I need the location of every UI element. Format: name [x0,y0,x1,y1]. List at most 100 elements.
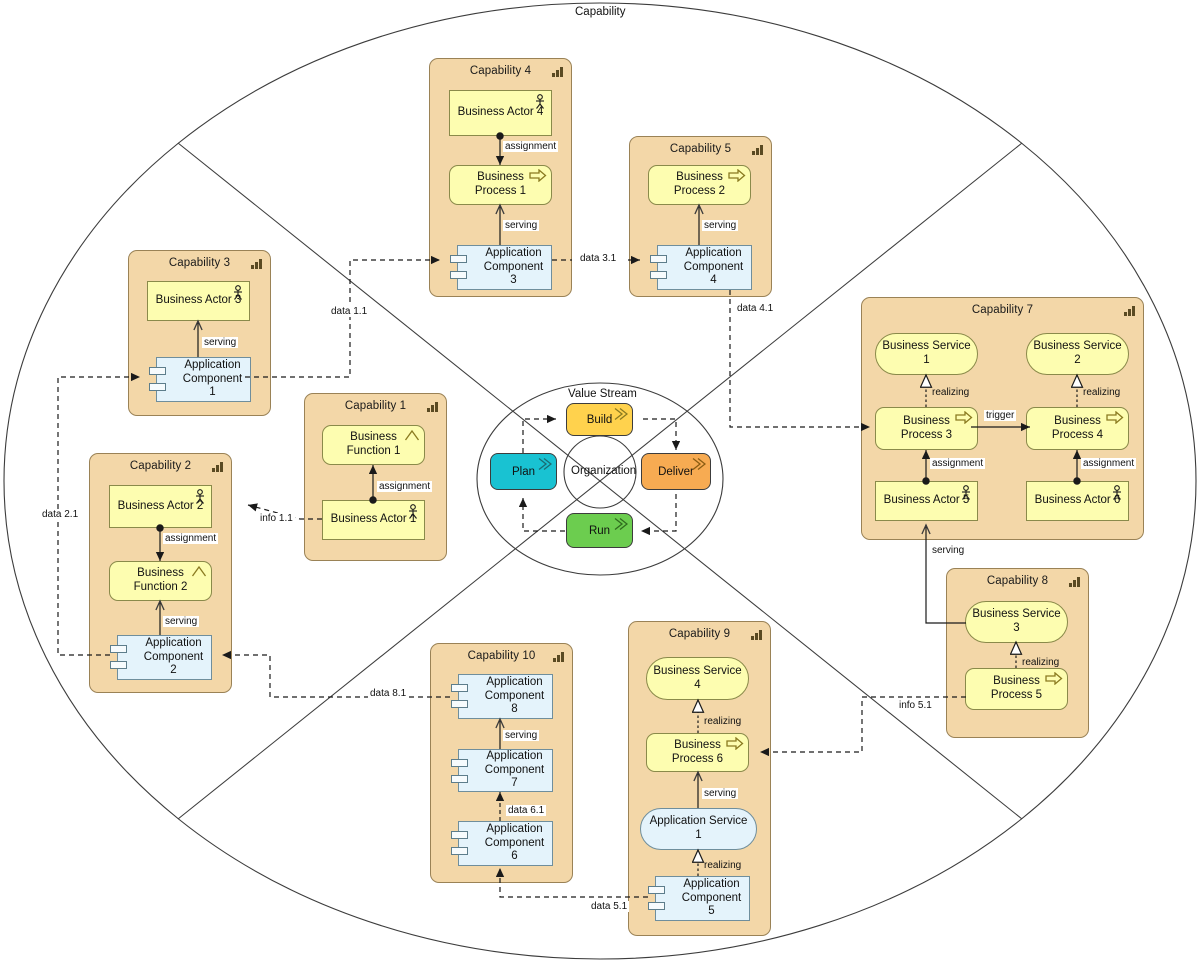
node-business-function-2[interactable]: Business Function 2 [109,561,212,601]
component-tab-icon [451,759,468,767]
capability-9-title: Capability 9 [668,628,731,640]
node-business-actor-6[interactable]: Business Actor 6 [1026,481,1129,521]
label-serving-cap4: serving [503,220,540,231]
node-label: Business Process 2 [673,171,726,197]
node-application-component-6[interactable]: Application Component 6 [451,821,553,866]
component-tab-icon [451,700,468,708]
capability-icon [752,145,763,155]
node-label: Business Process 6 [671,738,724,765]
node-label: Business Process 1 [474,171,527,197]
label-realizing-as1: realizing [704,860,742,871]
capability-8-container[interactable]: Capability 8 [946,568,1089,738]
label-assignment-cap2: assignment [163,533,219,544]
label-data-6-1: data 6.1 [506,805,547,816]
node-label: Application Service 1 [649,815,748,841]
component-tab-icon [149,367,166,375]
flow-label-data-4-1: data 4.1 [735,303,776,314]
node-business-actor-3[interactable]: Business Actor 3 [147,281,250,321]
flow-label-info-5-1: info 5.1 [897,700,934,711]
flow-info-5-1 [759,696,966,757]
capability-5-title: Capability 5 [669,143,732,155]
label-assignment-cap4: assignment [503,141,559,152]
component-tab-icon [451,831,468,839]
label-serving-cap3: serving [202,337,239,348]
node-label: Application Component 3 [483,247,544,287]
node-label: Application Component 8 [484,676,545,716]
vs-flow-build-deliver [643,418,681,451]
node-business-process-2[interactable]: Business Process 2 [648,165,751,205]
node-label: Application Component 1 [182,359,243,399]
node-business-service-4[interactable]: Business Service 4 [646,657,749,700]
value-stream-chevron-icon [538,457,552,471]
node-label: Business Function 1 [346,431,401,457]
capability-2-title: Capability 2 [129,460,192,472]
capability-4-title: Capability 4 [469,65,532,77]
node-business-service-2[interactable]: Business Service 2 [1026,333,1129,375]
node-application-component-5[interactable]: Application Component 5 [648,876,750,921]
node-business-process-5[interactable]: Business Process 5 [965,668,1068,710]
node-application-component-2[interactable]: Application Component 2 [110,635,212,680]
node-business-process-4[interactable]: Business Process 4 [1026,407,1129,450]
component-tab-icon [648,902,665,910]
vs-flow-plan-build [522,414,557,453]
node-business-actor-4[interactable]: Business Actor 4 [449,90,552,136]
node-application-component-1[interactable]: Application Component 1 [149,357,251,402]
vs-flow-run-plan [518,497,565,532]
value-stream-stage-run[interactable]: Run [566,513,633,548]
node-label: Application Component 7 [484,750,545,790]
node-business-process-3[interactable]: Business Process 3 [875,407,978,450]
node-application-component-3[interactable]: Application Component 3 [450,245,552,290]
value-stream-stage-build[interactable]: Build [566,403,633,436]
node-label: Application Component 5 [681,878,742,918]
label-serving-cap10: serving [503,730,540,741]
flow-label-data-5-1: data 5.1 [589,901,630,912]
capability-8-title: Capability 8 [986,575,1049,587]
label-serving-cap2: serving [163,616,200,627]
node-business-function-1[interactable]: Business Function 1 [322,425,425,465]
capability-icon [1069,577,1080,587]
node-application-component-7[interactable]: Application Component 7 [451,749,553,792]
component-tab-icon [648,886,665,894]
component-tab-icon [650,271,667,279]
diagram-title: Capability [575,6,626,18]
node-label: Business Actor 1 [330,513,417,526]
value-stream-chevron-icon [614,517,628,531]
stage-label: Build [586,413,613,426]
label-serving-cap7: serving [930,545,967,556]
capability-7-title: Capability 7 [971,304,1034,316]
flow-data-8-1 [221,650,450,698]
node-label: Business Actor 6 [1034,494,1121,507]
value-stream-stage-deliver[interactable]: Deliver [641,453,711,490]
node-label: Business Actor 5 [883,494,970,507]
node-label: Business Actor 4 [457,106,544,119]
node-label: Application Component 4 [683,247,744,287]
value-stream-stage-plan[interactable]: Plan [490,453,557,490]
node-label: Business Actor 3 [155,294,242,307]
node-business-actor-5[interactable]: Business Actor 5 [875,481,978,521]
node-business-process-6[interactable]: Business Process 6 [646,733,749,772]
node-label: Business Service 4 [653,664,742,691]
capability-icon [427,402,438,412]
node-business-service-1[interactable]: Business Service 1 [875,333,978,375]
capability-icon [552,67,563,77]
node-business-service-3[interactable]: Business Service 3 [965,601,1068,643]
node-label: Application Component 2 [143,637,204,677]
node-application-component-8[interactable]: Application Component 8 [451,674,553,719]
capability-icon [251,259,262,269]
node-label: Business Process 4 [1051,414,1104,441]
node-business-actor-1[interactable]: Business Actor 1 [322,500,425,540]
capability-3-title: Capability 3 [168,257,231,269]
flow-label-data-1-1: data 1.1 [329,306,370,317]
label-assignment-ba6: assignment [1081,458,1137,469]
stage-label: Deliver [658,465,694,478]
component-tab-icon [110,661,127,669]
node-business-actor-2[interactable]: Business Actor 2 [109,485,212,528]
flow-label-data-8-1: data 8.1 [368,688,409,699]
node-label: Application Component 6 [484,823,545,863]
node-application-component-4[interactable]: Application Component 4 [650,245,752,290]
value-stream-title: Value Stream [568,388,637,400]
label-serving-cap5: serving [702,220,739,231]
node-business-process-1[interactable]: Business Process 1 [449,165,552,205]
node-label: Business Process 5 [990,675,1043,701]
node-application-service-1[interactable]: Application Service 1 [640,808,757,850]
